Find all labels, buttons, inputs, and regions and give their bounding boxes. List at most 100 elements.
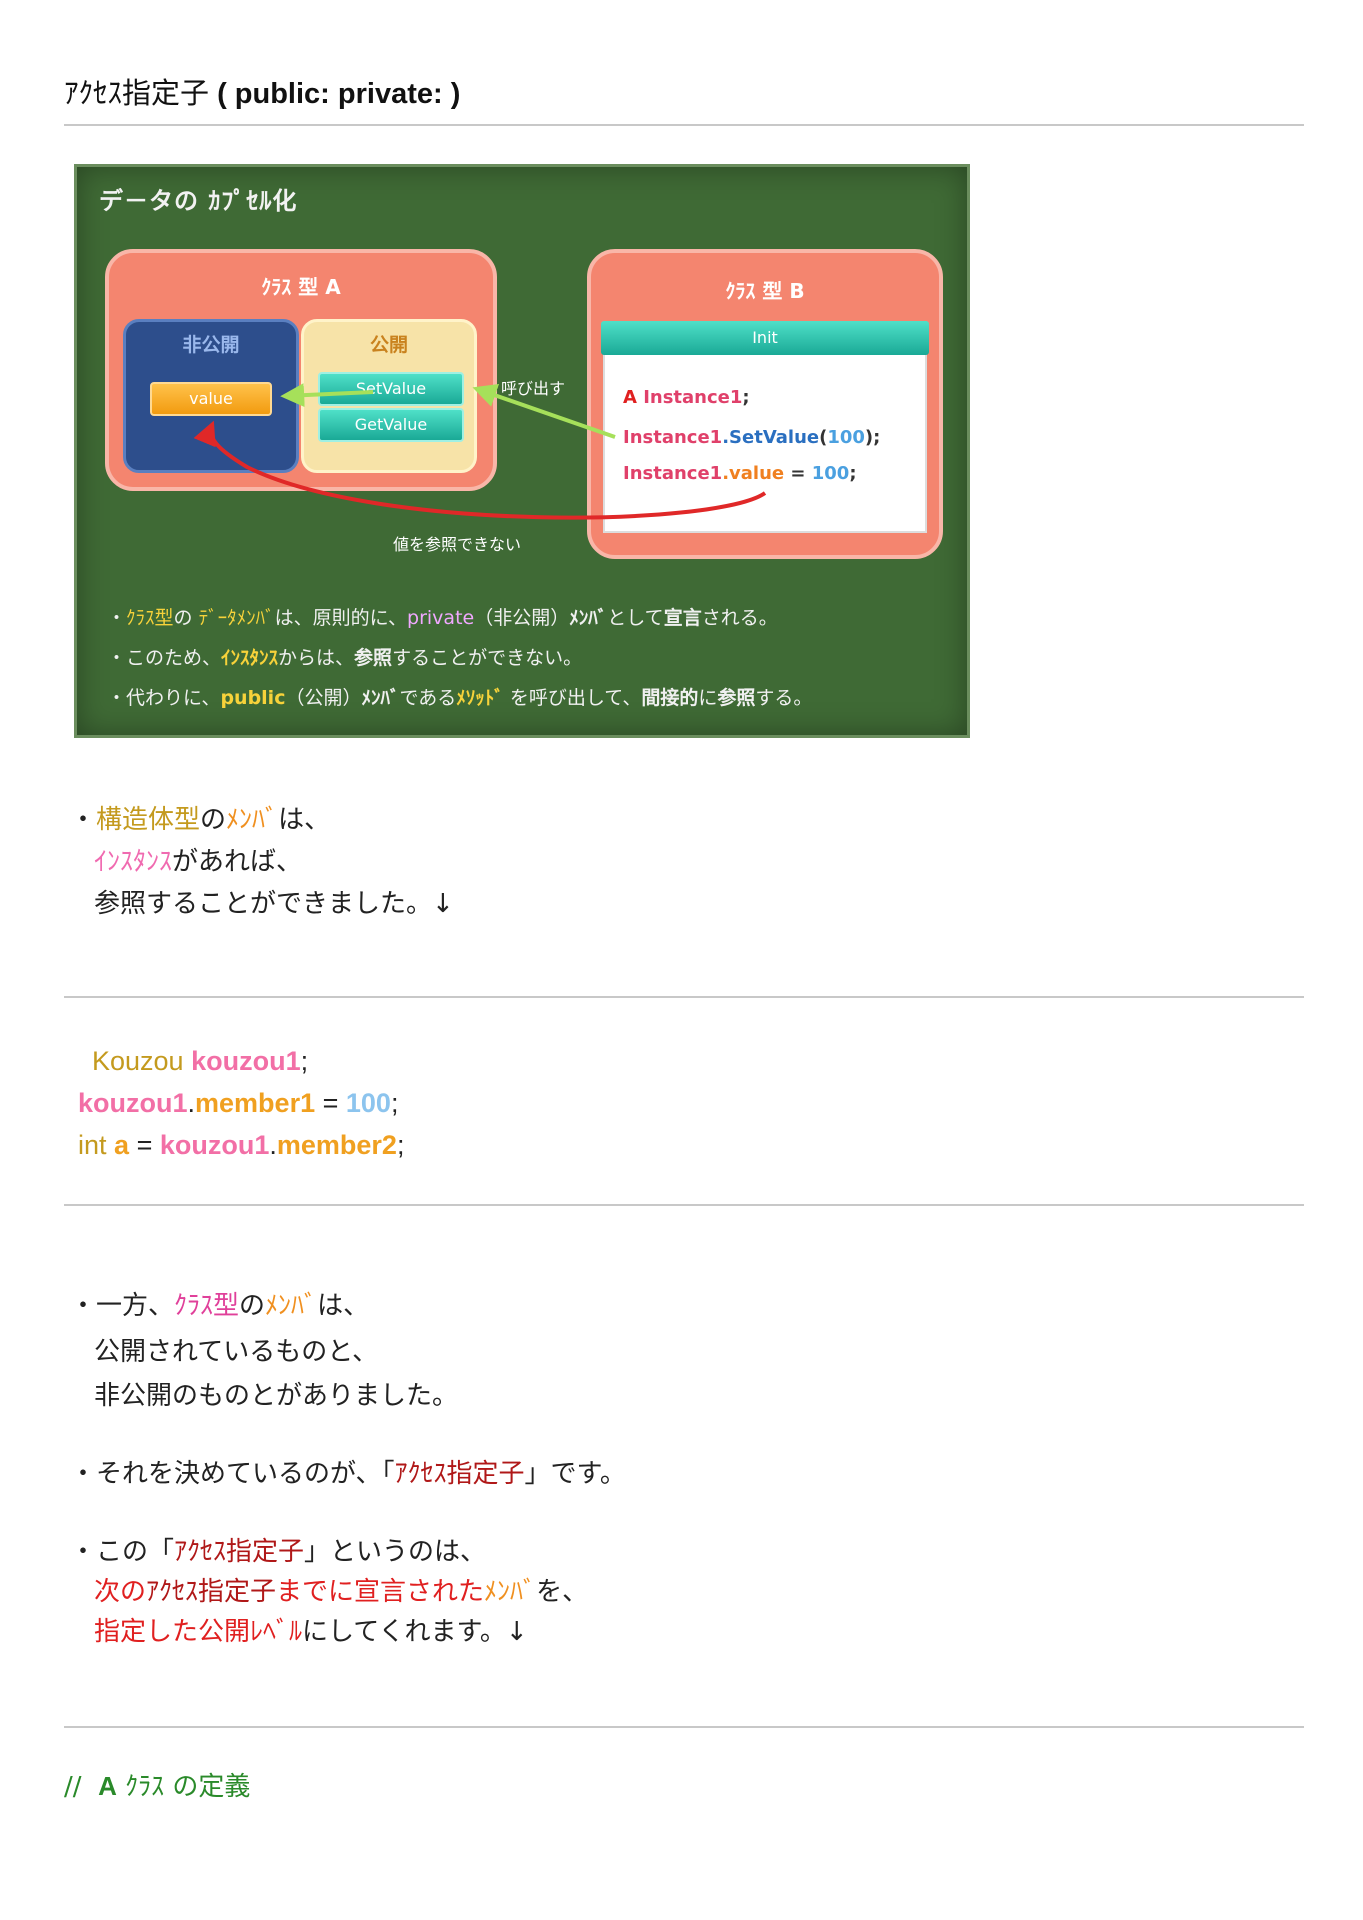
note-keyword: 宣言 [663,607,702,629]
note-text: として [607,607,664,629]
cannot-ref-arrow [193,420,767,520]
text: 」というのは、 [304,1537,487,1567]
note-text: の [173,607,199,629]
code-punct: . [187,1088,196,1118]
divider [64,1726,1304,1728]
note-text: からは、 [278,647,355,669]
cannot-ref-label: 値を参照できない [393,535,522,554]
note-keyword: 参照 [354,647,393,669]
para2-line5: ・この「ｱｸｾｽ指定子」というのは、 [70,1532,486,1572]
comment-text: ｸﾗｽ の定義 [116,1772,251,1802]
para2-line6: 次のｱｸｾｽ指定子までに宣言されたﾒﾝﾊﾞを、 [94,1572,588,1612]
code-member: member1 [195,1088,316,1118]
text: があれば、 [172,847,303,877]
note-2: ・このため、ｲﾝｽﾀﾝｽからは、参照することができない。 [107,643,582,670]
note-keyword: private [407,607,475,629]
note-keyword: ﾒｿｯﾄﾞ [456,687,504,709]
text-red: までに宣言された [276,1577,485,1607]
text: を、 [536,1577,589,1607]
para2-line7: 指定した公開ﾚﾍﾞﾙにしてくれます。↓ [94,1612,528,1652]
code-punct: ; [300,1046,309,1076]
page-title: ｱｸｾｽ指定子 ( public: private: ) [64,70,460,112]
comment-line: // A ｸﾗｽ の定義 [64,1766,250,1803]
keyword-access-specifier: ｱｸｾｽ指定子 [146,1577,277,1607]
text: の [200,805,227,835]
note-text: することができない。 [392,647,583,669]
note-text: を呼び出して、 [503,687,642,709]
note-text: は、原則的に、 [274,607,408,629]
text-red: 次の [94,1577,147,1607]
code-punct: . [269,1130,277,1160]
text: は、 [317,1291,370,1321]
keyword-access-specifier: ｱｸｾｽ指定子 [174,1537,305,1567]
set-arrow [280,383,374,408]
note-text: である [399,687,457,709]
keyword-member: ﾒﾝﾊﾞ [226,805,279,835]
note-keyword: ｸﾗｽ型 [126,607,174,629]
note-text: ・このため、 [107,647,222,669]
text: ・それを決めているのが、「 [70,1459,395,1489]
keyword-member: ﾒﾝﾊﾞ [484,1577,537,1607]
para2-line4: ・それを決めているのが、「ｱｸｾｽ指定子」です。 [70,1454,626,1494]
code-line-1: Kouzou kouzou1; [92,1040,308,1082]
code-punct: ; [390,1088,399,1118]
divider [64,124,1304,126]
note-keyword: 間接的 [641,687,699,709]
note-keyword: ﾃﾞｰﾀﾒﾝﾊﾞ [198,607,275,629]
code-punct: ; [396,1130,405,1160]
code-var: kouzou1 [191,1046,301,1076]
note-1: ・ｸﾗｽ型の ﾃﾞｰﾀﾒﾝﾊﾞは、原則的に、private（非公開）ﾒﾝﾊﾞとし… [107,603,778,630]
text: の [239,1291,266,1321]
para1-line3: 参照することができました。↓ [94,889,454,919]
note-keyword: public [220,687,286,709]
text: 」です。 [524,1459,626,1489]
code-var: kouzou1 [159,1130,270,1160]
note-keyword: 参照 [717,687,756,709]
bullet: ・ [70,805,97,835]
note-text: ・ [107,607,127,629]
note-keyword: ﾒﾝﾊﾞ [569,607,608,629]
code-punct: = [129,1130,160,1160]
keyword-class: ｸﾗｽ型 [174,1291,240,1321]
note-keyword: ｲﾝｽﾀﾝｽ [221,647,279,669]
code-line-3: int a = kouzou1.member2; [78,1124,404,1166]
note-text: （非公開） [474,607,570,629]
note-text: される。 [701,607,778,629]
call-label: 呼び出す [501,379,566,398]
keyword-struct: 構造体型 [96,805,201,835]
note-text: に [698,687,718,709]
note-text: （公開） [285,687,362,709]
comment-slashes: // [64,1772,82,1802]
code-number: 100 [345,1088,391,1118]
title-en: ( public: private: ) [209,78,461,110]
code-line-2: kouzou1.member1 = 100; [78,1082,398,1124]
text-red: 指定した公開ﾚﾍﾞﾙ [94,1617,303,1647]
para2-line1: ・一方、ｸﾗｽ型のﾒﾝﾊﾞは、 [70,1286,369,1326]
code-type: int [78,1130,115,1160]
para1-line1: ・構造体型のﾒﾝﾊﾞは、 [70,800,330,840]
code-type: Kouzou [92,1046,192,1076]
keyword-access-specifier: ｱｸｾｽ指定子 [394,1459,525,1489]
text: にしてくれます。↓ [302,1617,528,1647]
text: ・一方、 [70,1291,175,1321]
note-text: ・代わりに、 [107,687,221,709]
keyword-instance: ｲﾝｽﾀﾝｽ [94,847,173,877]
code-var: kouzou1 [78,1088,188,1118]
code-member: member2 [276,1130,397,1160]
encapsulation-diagram: デ－タの ｶﾌﾟｾﾙ化 ｸﾗｽ 型 A 非公開 value 公開 SetValu… [74,164,970,738]
note-text: する。 [755,687,813,709]
code-var-a: a [114,1130,130,1160]
text: ・この「 [70,1537,175,1567]
divider [64,996,1304,998]
code-punct: = [315,1088,346,1118]
comment-class-name: A [98,1771,117,1801]
keyword-member: ﾒﾝﾊﾞ [265,1291,318,1321]
para2-line3: 非公開のものとがありました。 [94,1381,459,1411]
note-keyword: ﾒﾝﾊﾞ [361,687,400,709]
note-3: ・代わりに、public（公開）ﾒﾝﾊﾞであるﾒｿｯﾄﾞ を呼び出して、間接的に… [107,683,812,710]
para2-line2: 公開されているものと、 [94,1337,379,1367]
para1-line2: ｲﾝｽﾀﾝｽがあれば、 [94,842,302,882]
text: は、 [278,805,331,835]
divider [64,1204,1304,1206]
title-jp: ｱｸｾｽ指定子 [64,76,210,110]
